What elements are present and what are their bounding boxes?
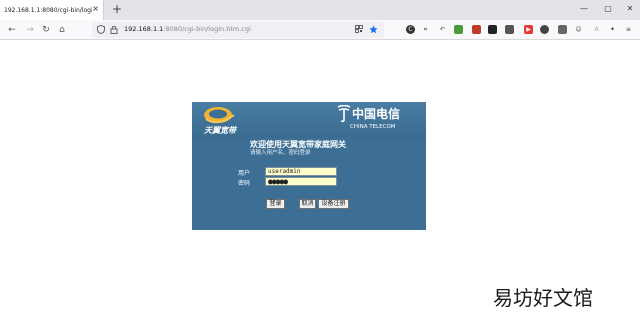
bookmark-star-icon[interactable]: [368, 25, 378, 35]
extension-sparkle-icon[interactable]: ✦: [608, 25, 617, 34]
china-telecom-logo-mark: [337, 105, 351, 123]
new-tab-button[interactable]: +: [110, 2, 124, 16]
back-button[interactable]: ←: [6, 24, 18, 36]
browser-window: 192.168.1.1:8080/cgi-bin/login.h × + — ▢…: [0, 0, 640, 324]
cancel-button[interactable]: 取消: [299, 199, 316, 209]
crop-icon[interactable]: ⌗: [421, 25, 430, 34]
password-label: 密码: [238, 180, 251, 187]
undo-icon[interactable]: ↶: [438, 25, 447, 34]
extension-play-icon[interactable]: ▶: [524, 25, 533, 34]
face-icon[interactable]: ☺: [574, 25, 583, 34]
china-telecom-logo: 中国电信 CHINA TELECOM: [336, 105, 422, 135]
qr-code-icon[interactable]: [354, 25, 364, 35]
login-hint: 请输入用户名、密码登录: [250, 150, 311, 156]
close-window-button[interactable]: ✕: [624, 3, 636, 15]
extension-grid-icon[interactable]: [505, 25, 514, 34]
username-input[interactable]: useradmin: [265, 167, 337, 176]
watermark-text: 易坊好文馆: [493, 286, 593, 310]
extension-green-icon[interactable]: [454, 25, 463, 34]
login-button[interactable]: 登录: [266, 199, 285, 209]
tianyi-logo: 天翼宽带: [196, 105, 248, 137]
china-telecom-cn: 中国电信: [352, 107, 401, 121]
extension-a-icon[interactable]: A: [592, 25, 601, 34]
tab-strip: 192.168.1.1:8080/cgi-bin/login.h × + — ▢…: [0, 0, 640, 20]
extension-red-icon[interactable]: [472, 25, 481, 34]
reload-button[interactable]: ↻: [40, 24, 52, 36]
extension-dark-icon[interactable]: [488, 25, 497, 34]
tianyi-logo-text: 天翼宽带: [204, 125, 236, 135]
url-bar[interactable]: 192.168.1.1:8080/cgi-bin/login.htm.cgi: [92, 22, 384, 38]
home-button[interactable]: ⌂: [56, 24, 68, 36]
lock-icon[interactable]: [109, 25, 119, 35]
url-host: 192.168.1.1: [124, 25, 164, 33]
tab-login[interactable]: 192.168.1.1:8080/cgi-bin/login.h ×: [0, 0, 104, 20]
password-input[interactable]: ●●●●●: [265, 177, 337, 186]
shield-icon[interactable]: [96, 25, 106, 35]
menu-icon[interactable]: ≡: [624, 25, 633, 34]
extension-box-icon[interactable]: [558, 25, 567, 34]
extension-bubble-icon[interactable]: [540, 25, 549, 34]
login-panel: 天翼宽带 中国电信 CHINA TELECOM 欢迎使用天翼宽带家庭网关 请输入…: [192, 102, 426, 230]
url-text[interactable]: 192.168.1.1:8080/cgi-bin/login.htm.cgi: [124, 25, 251, 33]
extension-c-icon[interactable]: C: [406, 25, 415, 34]
tianyi-logo-mark: [204, 107, 235, 124]
url-path: :8080/cgi-bin/login.htm.cgi: [163, 25, 251, 33]
china-telecom-en: CHINA TELECOM: [350, 124, 396, 130]
tab-close-icon[interactable]: ×: [92, 4, 99, 14]
maximize-button[interactable]: ▢: [602, 3, 614, 15]
username-label: 用户: [238, 170, 251, 177]
minimize-button[interactable]: —: [578, 3, 590, 15]
tab-title: 192.168.1.1:8080/cgi-bin/login.h: [4, 6, 92, 14]
device-register-button[interactable]: 设备注册: [318, 199, 349, 209]
nav-bar: ← → ↻ ⌂ 192.168.1.1:8080/cgi-bin/login.h…: [0, 20, 640, 40]
forward-button[interactable]: →: [24, 24, 36, 36]
